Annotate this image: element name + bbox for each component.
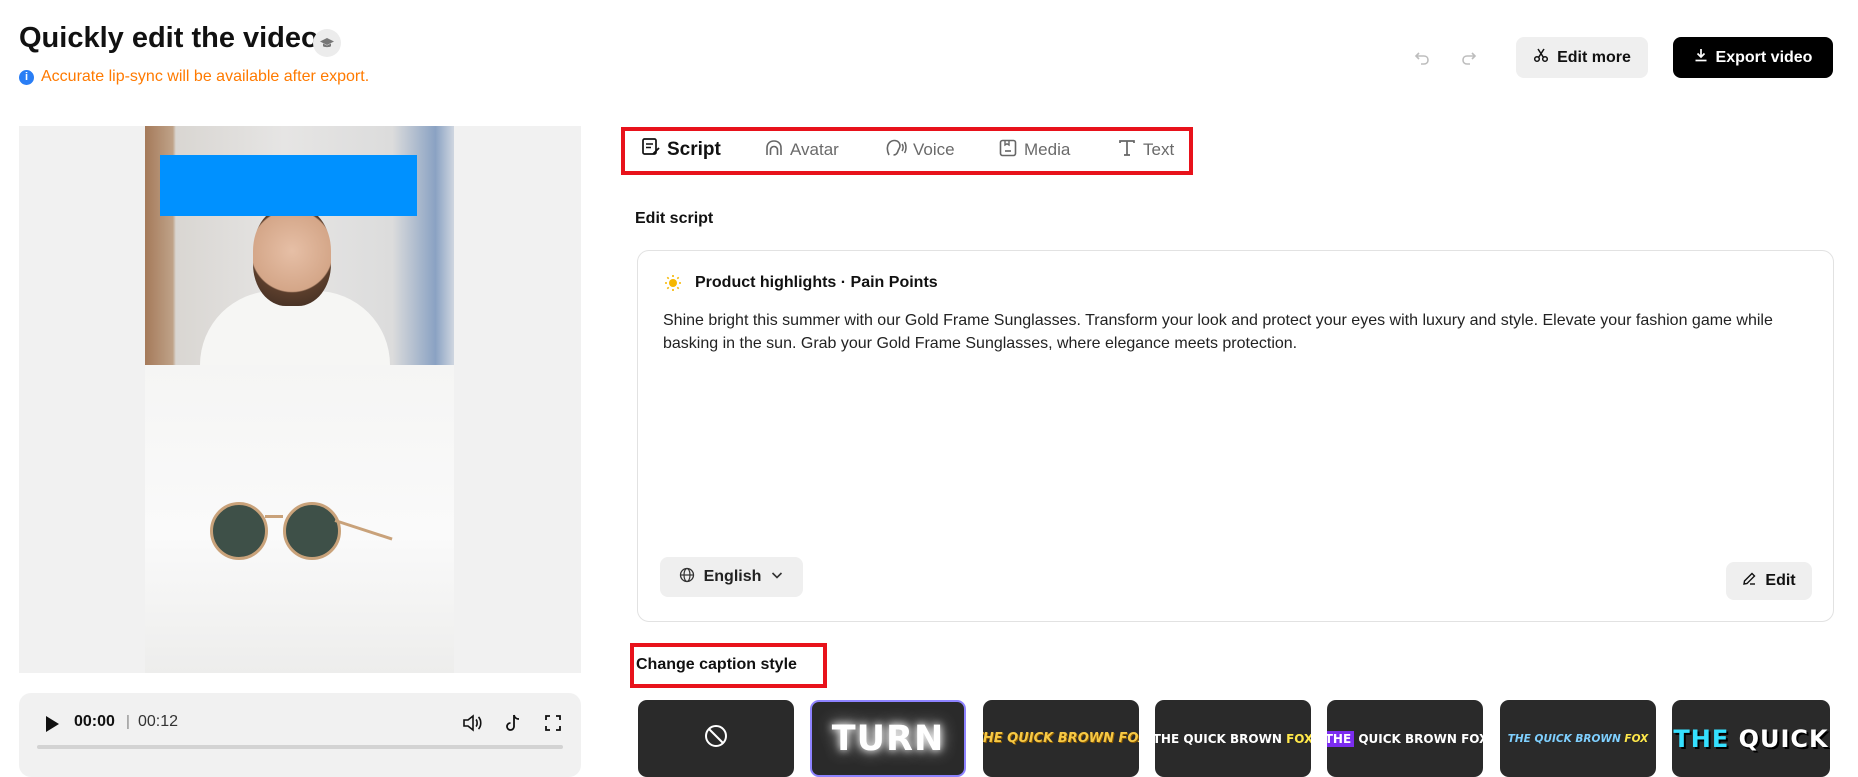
download-icon — [1694, 48, 1708, 67]
caption-preview-highlight: FOX — [1624, 732, 1649, 745]
progress-bar[interactable] — [37, 745, 563, 749]
tab-media[interactable]: Media — [998, 138, 1070, 162]
page-title: Quickly edit the video — [19, 22, 319, 54]
caption-preview: THE QUICK BROWN FOX — [1155, 732, 1311, 746]
caption-preview-highlight: THE — [1673, 724, 1730, 753]
info-icon: i — [19, 69, 34, 85]
volume-icon[interactable] — [460, 710, 486, 736]
current-time: 00:00 — [74, 713, 115, 730]
caption-style-none[interactable] — [638, 700, 794, 777]
language-label: English — [703, 568, 762, 585]
caption-preview-part: THE QUICK BROWN — [1507, 732, 1625, 745]
scissors-icon — [1533, 47, 1549, 68]
tab-label: Media — [1024, 140, 1071, 159]
notice-text: Accurate lip-sync will be available afte… — [41, 68, 370, 85]
avatar-icon — [764, 138, 784, 163]
caption-style-purple-highlight[interactable]: THE QUICK BROWN FOX — [1327, 700, 1483, 777]
export-label: Export video — [1715, 48, 1813, 66]
tab-text[interactable]: Text — [1117, 138, 1174, 162]
undo-icon[interactable] — [1408, 44, 1436, 72]
tutorial-cap-icon[interactable] — [313, 29, 341, 57]
script-card-title: Product highlights · Pain Points — [695, 274, 938, 291]
caption-preview-part: QUICK — [1729, 724, 1829, 753]
player-controls — [19, 693, 581, 777]
no-caption-icon — [703, 723, 729, 754]
caption-preview: THE QUICK BROWN FOX — [1508, 733, 1649, 745]
sunglasses-lens-left — [210, 502, 268, 560]
caption-style-big-cyan[interactable]: THE QUICK — [1672, 700, 1830, 777]
play-icon[interactable] — [40, 712, 64, 736]
language-select[interactable]: English — [660, 557, 803, 597]
globe-icon — [679, 567, 695, 588]
text-icon — [1117, 138, 1137, 163]
redo-icon[interactable] — [1455, 44, 1483, 72]
tab-label: Script — [667, 139, 721, 160]
caption-preview: TURN — [831, 718, 945, 759]
sunglasses-arm — [334, 519, 393, 541]
tab-script[interactable]: Script — [641, 138, 721, 162]
edit-script-heading: Edit script — [635, 210, 714, 227]
caption-style-yellow-italic[interactable]: THE QUICK BROWN FOX — [983, 700, 1139, 777]
chevron-down-icon — [770, 568, 784, 587]
time-separator: | — [126, 713, 130, 730]
edit-more-button[interactable]: Edit more — [1516, 37, 1648, 78]
caption-style-blue-italic[interactable]: THE QUICK BROWN FOX — [1500, 700, 1656, 777]
avatar-face — [253, 206, 331, 306]
edit-more-label: Edit more — [1557, 48, 1631, 66]
tab-label: Avatar — [790, 140, 839, 159]
edit-script-button[interactable]: Edit — [1726, 562, 1812, 600]
tab-label: Voice — [913, 140, 955, 159]
video-frame[interactable] — [145, 126, 454, 673]
tab-voice[interactable]: Voice — [885, 138, 955, 162]
lip-sync-notice: i Accurate lip-sync will be available af… — [19, 68, 369, 86]
caption-preview-highlight: FOX — [1286, 731, 1311, 746]
script-icon — [641, 137, 661, 163]
tab-avatar[interactable]: Avatar — [764, 138, 839, 162]
caption-preview-part: QUICK BROWN FOX — [1354, 731, 1483, 746]
media-icon — [998, 138, 1018, 163]
script-card-header: Product highlights · Pain Points — [663, 273, 938, 293]
caption-style-heading: Change caption style — [636, 656, 797, 673]
product-clip — [145, 365, 454, 673]
sunglasses-lens-right — [283, 502, 341, 560]
caption-preview-part: THE QUICK BROWN — [1155, 731, 1287, 746]
caption-preview: THE QUICK BROWN FOX — [983, 731, 1139, 746]
fullscreen-icon[interactable] — [540, 710, 566, 736]
avatar-clip — [145, 126, 454, 365]
caption-preview-highlight: THE — [1327, 730, 1355, 747]
sunglasses-bridge — [265, 515, 283, 518]
tab-label: Text — [1143, 140, 1175, 159]
caption-preview: THE QUICK — [1673, 725, 1828, 753]
pencil-icon — [1742, 571, 1757, 591]
export-video-button[interactable]: Export video — [1673, 37, 1833, 78]
script-card — [637, 250, 1834, 622]
caption-style-yellow-word[interactable]: THE QUICK BROWN FOX — [1155, 700, 1311, 777]
total-time: 00:12 — [138, 713, 179, 730]
script-text[interactable]: Shine bright this summer with our Gold F… — [663, 309, 1813, 355]
edit-label: Edit — [1765, 572, 1796, 589]
sun-icon — [663, 273, 683, 293]
tiktok-icon[interactable] — [500, 710, 526, 736]
voice-icon — [885, 138, 907, 163]
caption-preview: THE QUICK BROWN FOX — [1327, 730, 1483, 747]
caption-overlay-box[interactable] — [160, 155, 417, 216]
caption-style-turn[interactable]: TURN — [810, 700, 966, 777]
